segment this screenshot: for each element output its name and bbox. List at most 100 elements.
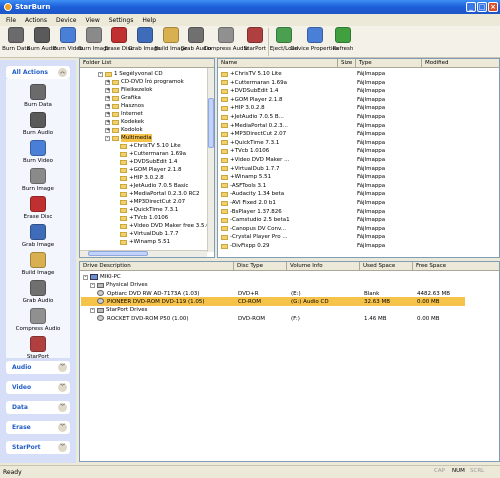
file-list-row[interactable]: +GOM Player 2.1.8 Fájlmappa [221,96,499,104]
folder-tree-subitem[interactable]: +Cuttermaran 1.69a [120,150,186,158]
chevron-down-icon[interactable]: ﹀ [58,403,67,412]
column-size[interactable]: Size [338,59,356,68]
toolbar-button-build-image[interactable]: Build Image [155,26,187,57]
menu-help[interactable]: Help [142,17,156,24]
collapse-icon[interactable]: - [90,282,95,288]
folder-tree-item[interactable]: + Kodekek [105,118,144,126]
close-icon[interactable]: × [488,2,498,12]
column-free-space[interactable]: Free Space [413,262,499,271]
expand-icon[interactable]: + [105,127,110,133]
folder-tree-item[interactable]: + Grafika [105,94,141,102]
folder-tree-item[interactable]: + Kodolok [105,126,143,134]
column-volume-info[interactable]: Volume Info [287,262,360,271]
column-type[interactable]: Type [356,59,422,68]
folder-tree-item[interactable]: + CD-DVD Író programok [105,78,184,86]
file-list-row[interactable]: +Video DVD Maker ... Fájlmappa [221,156,499,164]
chevron-down-icon[interactable]: ﹀ [58,363,67,372]
sidebar-action-grab-image[interactable]: Grab Image [6,224,70,248]
folder-horizontal-scrollbar[interactable] [80,250,207,257]
folder-tree-subitem[interactable]: +QuickTime 7.3.1 [120,206,178,214]
folder-tree-subitem[interactable]: +ChrisTV 5.10 Lite [120,142,181,150]
file-list-row[interactable]: -Camstudio 2.5 beta1 Fájlmappa [221,216,499,224]
toolbar-button-refresh[interactable]: Refresh [332,26,354,57]
toolbar-button-grab-audio[interactable]: Grab Audio [181,26,211,57]
collapse-icon[interactable]: - [90,307,95,313]
file-list-row[interactable]: -DivFixpp 0.29 Fájlmappa [221,242,499,250]
folder-tree-subitem[interactable]: +Video DVD Maker free 3.5.0 [120,222,210,230]
folder-tree-item[interactable]: + Internet [105,110,143,118]
toolbar-button-erase-disc[interactable]: Erase Disc [105,26,133,57]
file-list-row[interactable]: +ChrisTV 5.10 Lite Fájlmappa [221,70,499,78]
file-list-row[interactable]: +MediaPortal 0.2.3... Fájlmappa [221,122,499,130]
file-list-row[interactable]: -Audacity 1.34 beta Fájlmappa [221,190,499,198]
toolbar-button-device-properties[interactable]: Device Properties [290,26,339,57]
menu-file[interactable]: File [6,17,16,24]
column-modified[interactable]: Modified [422,59,499,68]
folder-tree-item[interactable]: + Fileikezelok [105,86,152,94]
menu-view[interactable]: View [86,17,100,24]
file-list-row[interactable]: -ASFTools 3.1 Fájlmappa [221,182,499,190]
sidebar-action-burn-audio[interactable]: Burn Audio [6,112,70,136]
folder-tree-subitem[interactable]: +DVDSubEdit 1.4 [120,158,177,166]
section-erase[interactable]: Erase ﹀ [6,421,70,434]
collapse-icon[interactable]: - [98,71,103,77]
file-list-row[interactable]: +HIP 3.0.2.8 Fájlmappa [221,104,499,112]
scroll-thumb[interactable] [88,251,148,256]
column-name[interactable]: Name [218,59,338,68]
sidebar-action-burn-video[interactable]: Burn Video [6,140,70,164]
drive-row[interactable]: ROCKET DVD-ROM P50 (1.00) DVD-ROM (F:) 1.46… [81,314,498,323]
starport-drives-node[interactable]: - StarPort Drives [90,306,147,314]
expand-icon[interactable]: + [105,79,110,85]
expand-icon[interactable]: + [105,95,110,101]
sidebar-action-starport[interactable]: StarPort [6,336,70,360]
file-list-row[interactable]: -Crystal Player Pro ... Fájlmappa [221,233,499,241]
folder-tree-item[interactable]: - Multimedia [105,134,152,142]
toolbar-button-eject-load[interactable]: Eject/Load [270,26,298,57]
file-list-row[interactable]: -BsPlayer 1.37.826 Fájlmappa [221,208,499,216]
menu-device[interactable]: Device [56,17,77,24]
expand-icon[interactable]: + [105,119,110,125]
column-disc-type[interactable]: Disc Type [234,262,287,271]
collapse-icon[interactable]: - [83,274,88,280]
chevron-down-icon[interactable]: ﹀ [58,423,67,432]
section-audio[interactable]: Audio ﹀ [6,361,70,374]
folder-tree-subitem[interactable]: +MediaPortal 0.2.3.0 RC2 [120,190,200,198]
chevron-down-icon[interactable]: ﹀ [58,443,67,452]
collapse-icon[interactable]: - [105,135,110,141]
file-list-row[interactable]: +JetAudio 7.0.5 B... Fájlmappa [221,113,499,121]
sidebar-action-burn-image[interactable]: Burn Image [6,168,70,192]
menu-settings[interactable]: Settings [109,17,134,24]
column-drive-description[interactable]: Drive Description [80,262,234,271]
maximize-icon[interactable]: □ [477,2,487,12]
drive-row[interactable]: PIONEER DVD-ROM DVD-119 (1.05) CD-ROM (G:)… [81,297,465,306]
expand-icon[interactable]: + [105,103,110,109]
folder-tree-root[interactable]: - 1 Segélyvonal CD [98,70,163,78]
folder-tree-subitem[interactable]: +MP3DirectCut 2.07 [120,198,185,206]
file-list-row[interactable]: -Canopus DV Conv... Fájlmappa [221,225,499,233]
folder-tree-subitem[interactable]: +VirtualDub 1.7.7 [120,230,179,238]
sidebar-action-build-image[interactable]: Build Image [6,252,70,276]
minimize-icon[interactable]: _ [466,2,476,12]
folder-vertical-scrollbar[interactable] [207,68,214,252]
file-list-row[interactable]: +TVcb 1.0106 Fájlmappa [221,147,499,155]
column-used-space[interactable]: Used Space [360,262,413,271]
toolbar-button-burn-audio[interactable]: Burn Audio [27,26,57,57]
sidebar-action-erase-disc[interactable]: Erase Disc [6,196,70,220]
folder-tree-subitem[interactable]: +Winamp 5.51 [120,238,170,246]
folder-tree-subitem[interactable]: +JetAudio 7.0.5 Basic [120,182,188,190]
expand-icon[interactable]: + [105,87,110,93]
scroll-thumb[interactable] [208,98,214,148]
toolbar-button-burn-data[interactable]: Burn Data [2,26,30,57]
toolbar-button-grab-image[interactable]: Grab Image [128,26,161,57]
toolbar-button-burn-video[interactable]: Burn Video [53,26,83,57]
file-list-row[interactable]: +VirtualDub 1.7.7 Fájlmappa [221,165,499,173]
file-list-row[interactable]: +QuickTime 7.3.1 Fájlmappa [221,139,499,147]
pc-node[interactable]: - MIKI-PC [83,273,121,281]
menu-actions[interactable]: Actions [25,17,47,24]
sidebar-action-compress-audio[interactable]: Compress Audio [6,308,70,332]
folder-tree-item[interactable]: + Hasznos [105,102,144,110]
toolbar-button-starport[interactable]: StarPort [244,26,266,57]
file-list-row[interactable]: +Cuttermaran 1.69a Fájlmappa [221,79,499,87]
section-all-actions[interactable]: All Actions ︿ [6,66,70,79]
chevron-up-icon[interactable]: ︿ [58,68,67,77]
